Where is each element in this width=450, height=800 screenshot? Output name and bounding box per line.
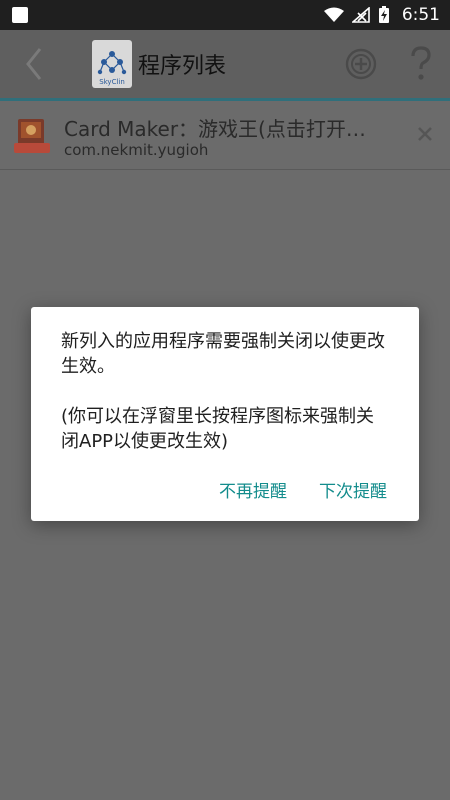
wifi-icon xyxy=(323,7,344,22)
app-name: Card Maker：游戏王(点击打开… xyxy=(64,117,366,141)
dialog-message-main: 新列入的应用程序需要强制关闭以使更改生效。 xyxy=(61,331,385,377)
clock-time: 6:51 xyxy=(401,5,440,25)
status-bar: 6:51 xyxy=(0,0,450,30)
logo-text: SkyClin xyxy=(99,78,125,86)
add-circle-icon[interactable] xyxy=(345,48,377,80)
battery-charging-icon xyxy=(378,6,389,23)
dialog-message: 新列入的应用程序需要强制关闭以使更改生效。 (你可以在浮窗里长按程序图标来强制关… xyxy=(61,329,391,454)
dont-remind-button[interactable]: 不再提醒 xyxy=(219,477,287,502)
dialog-spacer xyxy=(61,379,391,404)
cell-signal-off-icon xyxy=(351,7,370,23)
close-icon[interactable] xyxy=(414,123,436,145)
app-bar: SkyClin 程序列表 xyxy=(0,30,450,98)
dialog-message-hint: (你可以在浮窗里长按程序图标来强制关闭APP以使更改生效) xyxy=(61,406,375,452)
back-chevron-icon[interactable] xyxy=(18,45,52,83)
remind-next-time-button[interactable]: 下次提醒 xyxy=(319,477,387,502)
list-item[interactable]: Card Maker：游戏王(点击打开… com.nekmit.yugioh xyxy=(0,101,450,170)
app-package-name: com.nekmit.yugioh xyxy=(64,141,209,159)
help-question-icon[interactable] xyxy=(404,44,438,84)
skyclin-logo: SkyClin xyxy=(92,40,132,88)
card-maker-app-icon xyxy=(14,119,50,153)
status-icons: 6:51 xyxy=(323,5,440,25)
restart-required-dialog: 新列入的应用程序需要强制关闭以使更改生效。 (你可以在浮窗里长按程序图标来强制关… xyxy=(31,307,419,521)
page-title: 程序列表 xyxy=(138,54,227,79)
notification-square-icon xyxy=(12,7,28,23)
